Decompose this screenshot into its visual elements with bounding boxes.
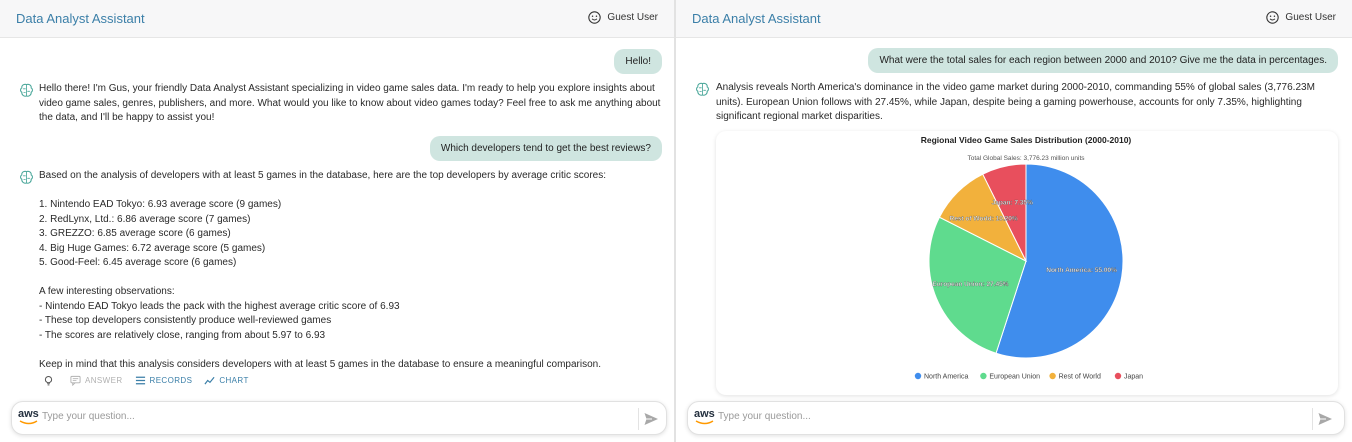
pie-chart: Regional Video Game Sales Distribution (… [914,135,1143,380]
feedback-button[interactable] [43,375,54,386]
question-input-bar: aws [687,401,1345,435]
smiley-face-icon [588,11,602,24]
question-input[interactable] [42,411,602,422]
app-title: Data Analyst Assistant [692,11,821,26]
legend-swatch-rest-of-world [1049,372,1056,380]
user-message: Hello! [614,49,662,74]
list-item: 1. Nintendo EAD Tokyo: 6.93 average scor… [39,199,282,210]
user-name: Guest User [607,12,658,23]
observations-title: A few interesting observations: [39,286,175,297]
line-chart-icon [204,376,215,385]
legend-label-japan[interactable]: Japan [1124,373,1143,380]
pie-label-japan: Japan: 7.35% [992,199,1033,206]
brain-icon [20,83,33,97]
aws-logo-text: aws [18,408,39,420]
legend-swatch-european-union [980,372,987,380]
user-menu[interactable]: Guest User [588,11,658,24]
legend-swatch-north-america [914,372,922,380]
right-chat-panel: Data Analyst Assistant Guest User What w… [674,0,1352,442]
smiley-face-icon [1266,11,1280,24]
assistant-message: Hello there! I'm Gus, your friendly Data… [39,83,661,123]
app-header: Data Analyst Assistant Guest User [0,0,674,38]
assistant-message: Analysis reveals North America's dominan… [716,82,1315,122]
aws-logo-text: aws [694,408,715,420]
observation-item: - Nintendo EAD Tokyo leads the pack with… [39,300,400,312]
message-actions: ANSWER RECORDS CHART [43,375,261,386]
left-chat-panel: Data Analyst Assistant Guest User Hello!… [0,0,674,442]
observation-item: - These top developers consistently prod… [39,315,332,326]
message-outro: Keep in mind that this analysis consider… [39,358,601,370]
user-message: What were the total sales for each regio… [868,48,1338,73]
legend-label-north-america[interactable]: North America [924,373,968,380]
list-icon [135,376,145,385]
observation-item: - The scores are relatively close, rangi… [39,329,326,341]
send-arrow-icon[interactable] [1317,411,1333,427]
app-header: Data Analyst Assistant Guest User [676,0,1352,38]
chart-title: Regional Video Game Sales Distribution (… [921,135,1132,145]
legend-label-rest-of-world[interactable]: Rest of World [1059,373,1101,380]
list-item: 4. Big Huge Games: 6.72 average score (5… [39,242,266,254]
pie-label-european-union: European Union: 27.45% [932,281,1008,288]
pie-label-north-america: North America: 55.00% [1046,267,1117,274]
lightbulb-icon [44,375,53,386]
records-tab[interactable]: RECORDS [135,375,193,386]
chart-tab[interactable]: CHART [204,375,248,386]
send-divider [1312,408,1313,430]
send-arrow-icon[interactable] [643,411,659,427]
message-intro: Based on the analysis of developers with… [39,170,606,181]
question-input-bar: aws [11,401,667,435]
list-item: 3. GREZZO: 6.85 average score (6 games) [39,228,231,239]
assistant-message: Based on the analysis of developers with… [39,169,664,372]
answer-tab[interactable]: ANSWER [70,375,123,386]
aws-smile-icon [695,420,714,425]
brain-icon [696,82,709,96]
aws-logo: aws [18,408,40,428]
list-item: 5. Good-Feel: 6.45 average score (6 game… [39,257,237,268]
pie-slices [928,163,1124,359]
chart-card: Regional Video Game Sales Distribution (… [716,131,1338,395]
aws-smile-icon [19,420,38,425]
chart-legend: North America European Union Rest of World… [914,372,1143,380]
records-tab-label: RECORDS [149,376,193,385]
send-divider [638,408,639,430]
user-name: Guest User [1285,12,1336,23]
chat-icon [70,375,81,386]
pie-label-rest-of-world: Rest of World: 10.20% [950,215,1018,222]
answer-tab-label: ANSWER [85,376,123,385]
user-message: Which developers tend to get the best re… [429,136,662,161]
brain-icon [20,170,33,184]
list-item: 2. RedLynx, Ltd.: 6.86 average score (7 … [39,213,251,225]
aws-logo: aws [694,408,716,428]
legend-label-european-union[interactable]: European Union [989,373,1040,380]
user-menu[interactable]: Guest User [1266,11,1336,24]
chart-subtitle: Total Global Sales: 3,776.23 million uni… [967,155,1085,162]
question-input[interactable] [718,411,1278,422]
chart-tab-label: CHART [219,376,249,385]
legend-swatch-japan [1114,372,1122,380]
app-title: Data Analyst Assistant [16,11,145,26]
